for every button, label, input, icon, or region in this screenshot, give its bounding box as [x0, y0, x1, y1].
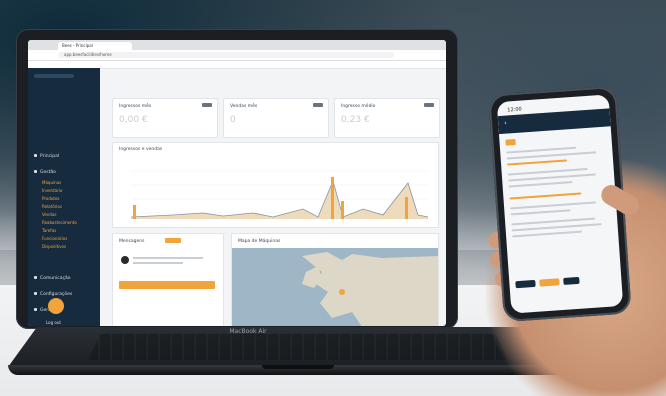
sales-chart — [130, 170, 429, 219]
floating-action-button[interactable] — [48, 298, 64, 314]
status-tag — [505, 138, 516, 146]
sidebar-item-maquinas[interactable]: Máquinas — [42, 180, 61, 185]
land-shape — [302, 252, 438, 326]
sidebar-item-relatorios[interactable]: Relatórios — [42, 204, 62, 209]
sidebar-item-inventario[interactable]: Inventário — [42, 188, 62, 193]
map-card: Mapa de Máquinas — [231, 233, 439, 326]
stat-card-vendas: Vendas mês 0 — [223, 98, 329, 138]
app-sidebar: Principal Gestão Máquinas Inventário Pro… — [28, 68, 100, 326]
browser-tab[interactable]: Bees - Principal — [58, 42, 132, 50]
sidebar-item-funcionarios[interactable]: Funcionários — [42, 236, 67, 241]
sidebar-item-tarefas[interactable]: Tarefas — [42, 228, 56, 233]
status-badge — [165, 238, 181, 243]
sales-chart-card: Ingressos e vendas — [112, 142, 439, 228]
avatar — [121, 256, 129, 264]
logout-link[interactable]: Log out — [46, 320, 61, 325]
sidebar-item-configuracoes[interactable]: Configurações — [34, 292, 72, 297]
stat-card-ingressos: Ingressos mês 0,00 € — [112, 98, 218, 138]
messages-card: Mensagens — [112, 233, 224, 326]
sidebar-item-reabastecimento[interactable]: Reabastecimento — [42, 220, 77, 225]
phone-button-3[interactable] — [563, 276, 580, 285]
phone-button-1[interactable] — [515, 279, 536, 289]
keyboard — [88, 334, 508, 360]
phone-screen: 12:00 ‹ — [496, 94, 624, 314]
back-arrow-icon[interactable]: ‹ — [504, 120, 510, 127]
map-view[interactable] — [232, 248, 438, 326]
primary-action-button[interactable] — [119, 281, 215, 289]
stat-card-ingresso-medio: Ingresso médio 0,23 € — [334, 98, 440, 138]
map-pin-icon — [339, 289, 345, 295]
chart-area — [131, 181, 428, 219]
laptop-brand-label: MacBook Air — [229, 328, 267, 335]
laptop-screen: Bees - Principal app.beesfacilities/home… — [28, 40, 446, 326]
phone-button-2[interactable] — [539, 278, 560, 287]
sidebar-item-produtos[interactable]: Produtos — [42, 196, 60, 201]
browser-tabbar: Bees - Principal — [28, 40, 446, 50]
sidebar-item-gestao[interactable]: Gestão — [34, 170, 56, 175]
url-field[interactable]: app.beesfacilities/home — [58, 52, 394, 58]
sidebar-item-principal[interactable]: Principal — [34, 154, 59, 159]
app-logo — [34, 74, 74, 78]
sidebar-item-comunicacao[interactable]: Comunicação — [34, 276, 70, 281]
browser-address-bar: app.beesfacilities/home — [28, 50, 446, 61]
sidebar-item-dispositivos[interactable]: Dispositivos — [42, 244, 66, 249]
photo-scene: Bees - Principal app.beesfacilities/home… — [0, 0, 666, 396]
phone-status-time: 12:00 — [507, 106, 522, 114]
sidebar-item-vendas[interactable]: Vendas — [42, 212, 57, 217]
